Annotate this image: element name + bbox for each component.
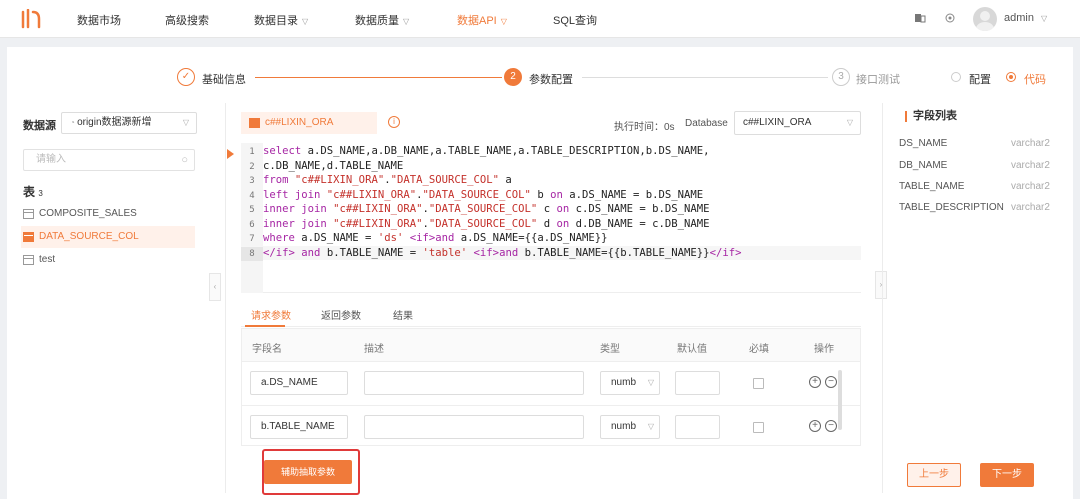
database-select[interactable]: c##LIXIN_ORA ▽ (734, 111, 861, 135)
param-tabs: 请求参数 返回参数 结果 (241, 301, 861, 327)
search-icon: ○ (181, 154, 188, 166)
param-desc-input[interactable] (364, 371, 584, 395)
field-item[interactable]: DS_NAME varchar2 (899, 138, 1059, 149)
tab-request-params[interactable]: 请求参数 (251, 307, 291, 322)
code-line: 2 c.DB_NAME,d.TABLE_NAME (249, 159, 404, 172)
editor-panel: c##LIXIN_ORA i 执行时间：0s Database c##LIXIN… (225, 103, 883, 493)
param-type-select[interactable]: numb ▽ (600, 371, 660, 395)
mode-config-label[interactable]: 配置 (969, 71, 991, 87)
datasource-tag: c##LIXIN_ORA (241, 112, 377, 134)
database-label: Database (685, 118, 728, 129)
sql-editor[interactable]: 1 select a.DS_NAME,a.DB_NAME,a.TABLE_NAME… (227, 143, 861, 293)
code-line: 6 inner join "c##LIXIN_ORA"."DATA_SOURCE_… (249, 217, 710, 230)
param-default-input[interactable] (675, 415, 720, 439)
param-name-input[interactable]: a.DS_NAME (250, 371, 348, 395)
table-icon (23, 209, 34, 219)
step-connector (582, 77, 828, 78)
step-param-config[interactable]: 参数配置 (529, 71, 573, 87)
step-number: 3 (832, 68, 850, 86)
chevron-down-icon: ▽ (647, 422, 654, 431)
nav-data-market[interactable]: 数据市场 (77, 12, 121, 28)
field-list-panel: 字段列表 DS_NAME varchar2 DB_NAME varchar2 TAB… (895, 103, 1073, 483)
table-icon (23, 232, 34, 242)
table-row: a.DS_NAME numb ▽ + − (241, 362, 861, 406)
required-checkbox[interactable] (753, 422, 764, 433)
tab-indicator (245, 325, 285, 327)
info-icon[interactable]: i (388, 116, 400, 128)
step-connector (255, 77, 502, 78)
mode-code-label[interactable]: 代码 (1024, 71, 1046, 87)
code-line: 4 left join "c##LIXIN_ORA"."DATA_SOURCE_C… (249, 188, 704, 201)
nav-advanced-search[interactable]: 高级搜索 (165, 12, 209, 28)
chevron-down-icon: ▽ (500, 17, 507, 26)
code-line: 3 from "c##LIXIN_ORA"."DATA_SOURCE_COL" a (249, 174, 512, 186)
main-panel: ✓ 基础信息 2 参数配置 3 接口测试 配置 代码 数据源 ◔ origin数… (7, 47, 1073, 499)
remove-row-icon[interactable]: − (825, 376, 837, 388)
collapse-left-button[interactable]: ‹ (209, 273, 221, 301)
chevron-down-icon: ▽ (647, 378, 654, 387)
chevron-down-icon: ▽ (403, 17, 410, 26)
chevron-down-icon: ▽ (1040, 14, 1048, 23)
table-scrollbar[interactable] (838, 370, 842, 430)
code-line: 8 </if> and b.TABLE_NAME = 'table' <if>an… (241, 245, 861, 261)
param-type-select[interactable]: numb ▽ (600, 415, 660, 439)
param-name-input[interactable]: b.TABLE_NAME (250, 415, 348, 439)
tab-result[interactable]: 结果 (393, 307, 413, 322)
stepper: ✓ 基础信息 2 参数配置 3 接口测试 配置 代码 (7, 47, 1073, 103)
run-icon[interactable] (227, 149, 234, 159)
screen-icon[interactable] (914, 12, 926, 27)
exec-time: 执行时间：0s (614, 122, 675, 133)
nav-data-api[interactable]: 数据API ▽ (457, 12, 507, 28)
step-basic-info[interactable]: 基础信息 (202, 71, 246, 87)
mode-config-radio[interactable] (951, 72, 961, 82)
table-item-data-source-col[interactable]: DATA_SOURCE_COL (21, 226, 195, 248)
remove-row-icon[interactable]: − (825, 420, 837, 432)
chevron-down-icon: ▽ (182, 118, 189, 127)
required-checkbox[interactable] (753, 378, 764, 389)
tables-count: 3 (38, 189, 43, 198)
field-list-title: 字段列表 (905, 111, 957, 122)
step-check-icon: ✓ (177, 68, 195, 86)
mode-code-radio[interactable] (1006, 72, 1016, 82)
code-line: 7 where a.DS_NAME = 'ds' <if>and a.DS_NAM… (249, 232, 608, 244)
chevron-down-icon: ▽ (846, 118, 853, 127)
table-item-composite-sales[interactable]: COMPOSITE_SALES (21, 203, 195, 225)
step-interface-test[interactable]: 接口测试 (856, 71, 900, 87)
chevron-down-icon: ▽ (302, 17, 309, 26)
settings-icon[interactable] (944, 12, 956, 27)
field-item[interactable]: DB_NAME varchar2 (899, 160, 1059, 171)
prev-step-button[interactable]: 上一步 (907, 463, 961, 487)
param-desc-input[interactable] (364, 415, 584, 439)
table-item-test[interactable]: test (21, 249, 195, 271)
field-item[interactable]: TABLE_DESCRIPTION varchar2 (899, 202, 1059, 213)
top-navbar: 数据市场 高级搜索 数据目录 ▽ 数据质量 ▽ 数据API ▽ SQL查询 admin… (0, 0, 1080, 38)
tab-response-params[interactable]: 返回参数 (321, 307, 361, 322)
logo-icon[interactable] (20, 9, 42, 29)
nav-sql-query[interactable]: SQL查询 (553, 12, 597, 28)
nav-data-catalog[interactable]: 数据目录 ▽ (254, 12, 308, 28)
add-row-icon[interactable]: + (809, 376, 821, 388)
add-row-icon[interactable]: + (809, 420, 821, 432)
code-line: 1 select a.DS_NAME,a.DB_NAME,a.TABLE_NAME… (249, 145, 710, 157)
nav-data-quality[interactable]: 数据质量 ▽ (355, 12, 409, 28)
table-row: b.TABLE_NAME numb ▽ + − (241, 406, 861, 446)
tables-label: 表 3 (23, 185, 43, 199)
table-icon (23, 255, 34, 265)
table-search-input[interactable]: 请输入 ○ (23, 149, 195, 171)
table-header: 字段名 描述 类型 默认值 必填 操作 (241, 328, 861, 362)
param-default-input[interactable] (675, 371, 720, 395)
left-panel: 数据源 ◔ origin数据源新增 ▽ 请输入 ○ 表 3 COMPOSITE_… (7, 103, 209, 483)
field-item[interactable]: TABLE_NAME varchar2 (899, 181, 1059, 192)
datasource-label: 数据源 (23, 120, 56, 132)
code-line: 5 inner join "c##LIXIN_ORA"."DATA_SOURCE_… (249, 203, 710, 215)
avatar[interactable] (973, 7, 997, 31)
datasource-select[interactable]: ◔ origin数据源新增 ▽ (61, 112, 197, 134)
next-step-button[interactable]: 下一步 (980, 463, 1034, 487)
database-icon (249, 118, 260, 128)
user-menu[interactable]: admin ▽ (1004, 12, 1047, 24)
highlight-box (262, 449, 360, 495)
datasource-icon: ◔ (70, 118, 78, 127)
step-number: 2 (504, 68, 522, 86)
